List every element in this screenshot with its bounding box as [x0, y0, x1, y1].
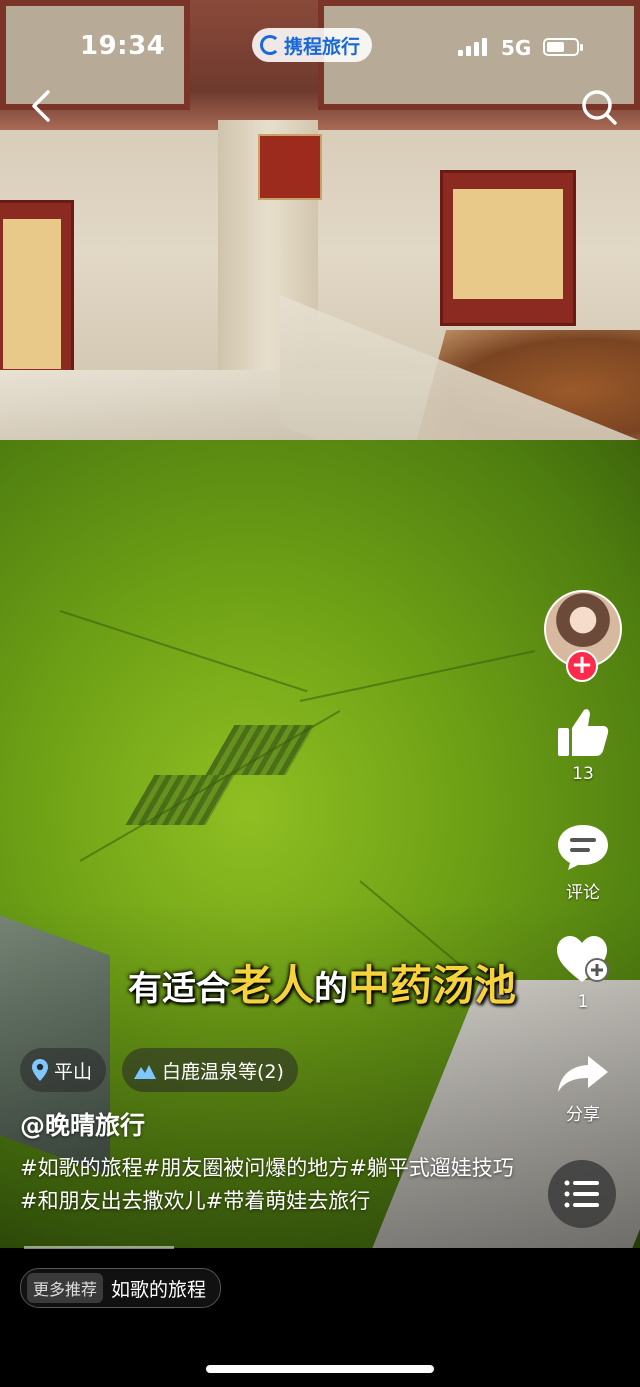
subtitle-highlight: 老人 — [230, 961, 315, 1010]
return-to-app-pill[interactable]: 携程旅行 — [252, 28, 373, 62]
subtitle-text: 有适合 — [128, 969, 230, 1009]
share-arrow-icon — [558, 1056, 608, 1092]
search-button[interactable] — [578, 86, 620, 128]
like-count: 13 — [572, 764, 594, 784]
like-button[interactable]: 13 — [545, 706, 621, 784]
poi-tag-label: 白鹿温泉等(2) — [162, 1060, 284, 1083]
app-pill-label: 携程旅行 — [284, 35, 361, 58]
share-label: 分享 — [566, 1105, 600, 1125]
location-pin-icon — [32, 1059, 48, 1081]
back-button[interactable] — [22, 86, 62, 126]
favorite-button[interactable]: 1 — [545, 934, 621, 1012]
poi-tag[interactable]: 白鹿温泉等(2) — [122, 1048, 298, 1092]
more-topic: 如歌的旅程 — [111, 1278, 207, 1301]
subtitle-text: 的 — [314, 969, 349, 1009]
more-recommendations[interactable]: 更多推荐 如歌的旅程 — [20, 1268, 222, 1308]
ctrip-logo-icon — [260, 35, 280, 55]
comment-label: 评论 — [566, 883, 600, 903]
status-bar: 19:34 携程旅行 5G — [0, 0, 640, 96]
wall-plaque — [258, 134, 322, 200]
search-icon — [582, 90, 617, 125]
mountain-icon — [134, 1065, 156, 1079]
video-progress-bar[interactable] — [24, 1246, 174, 1249]
chevron-left-icon — [32, 90, 50, 122]
playlist-menu-button[interactable] — [548, 1160, 616, 1228]
post-caption[interactable]: #如歌的旅程#朋友圈被问爆的地方#躺平式遛娃技巧#和朋友出去撒欢儿#带着萌娃去旅… — [20, 1152, 520, 1218]
share-button[interactable]: 分享 — [545, 1054, 621, 1125]
thumbs-up-icon — [558, 709, 609, 756]
subtitle-highlight: 中药汤池 — [348, 961, 517, 1010]
location-tag[interactable]: 平山 — [20, 1048, 107, 1092]
home-indicator[interactable] — [206, 1365, 434, 1373]
list-icon — [564, 1180, 599, 1208]
location-tag-label: 平山 — [54, 1060, 93, 1083]
battery-icon — [543, 38, 583, 56]
author-avatar-group[interactable]: + — [544, 590, 622, 682]
pavilion-sign-right — [440, 170, 576, 326]
network-type: 5G — [501, 36, 532, 60]
author-name[interactable]: @晚晴旅行 — [20, 1106, 145, 1142]
pavilion-sign-left — [0, 200, 74, 396]
signal-icon — [458, 38, 487, 56]
heart-plus-icon — [557, 936, 609, 982]
comment-icon — [558, 825, 608, 870]
comment-button[interactable]: 评论 — [545, 822, 621, 903]
favorite-count: 1 — [577, 992, 589, 1012]
more-badge: 更多推荐 — [27, 1273, 104, 1303]
video-subtitle: 有适合老人的中药汤池 — [128, 952, 516, 1013]
status-time: 19:34 — [80, 31, 166, 61]
follow-button[interactable]: + — [566, 650, 598, 682]
